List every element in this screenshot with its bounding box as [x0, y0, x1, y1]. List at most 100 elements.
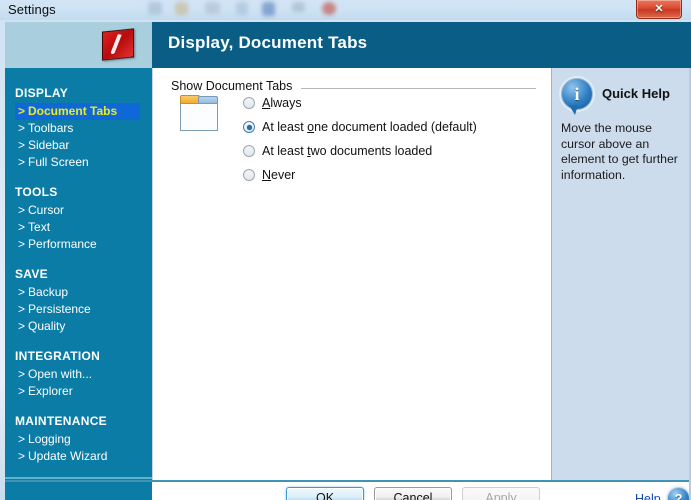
sidebar-item-persistence[interactable]: >Persistence [15, 301, 152, 318]
chevron-right-icon: > [18, 220, 25, 234]
chevron-right-icon: > [18, 367, 25, 381]
chevron-right-icon: > [18, 285, 25, 299]
sidebar-item-explorer[interactable]: >Explorer [15, 383, 152, 400]
sidebar-item-label: Text [28, 220, 50, 234]
dialog-footer: OK Cancel Apply Help [152, 482, 691, 500]
chevron-right-icon: > [18, 155, 25, 169]
sidebar-group: SAVE>Backup>Persistence>Quality [15, 266, 152, 335]
blurred-desktop-icon [262, 2, 275, 16]
radio-button[interactable] [243, 97, 255, 109]
radio-option-label: Always [262, 96, 302, 110]
blurred-desktop-icon [148, 2, 162, 15]
blurred-desktop-icon [236, 2, 248, 15]
group-label: Show Document Tabs [171, 79, 292, 93]
dialog-header-band: Display, Document Tabs [5, 22, 691, 68]
sidebar-group-header: SAVE [15, 266, 152, 282]
quick-help-text: Move the mouse cursor above an element t… [561, 121, 689, 183]
chevron-right-icon: > [18, 203, 25, 217]
sidebar-item-label: Open with... [28, 367, 92, 381]
radio-option-at-least-one-document-loaded-default[interactable]: At least one document loaded (default) [243, 118, 477, 136]
sidebar-group: INTEGRATION>Open with...>Explorer [15, 348, 152, 400]
sidebar-item-label: Cursor [28, 203, 64, 217]
radio-button[interactable] [243, 121, 255, 133]
page-title: Display, Document Tabs [168, 33, 367, 53]
sidebar-item-label: Persistence [28, 302, 91, 316]
close-icon[interactable]: ✕ [636, 0, 682, 19]
main-content-panel: Show Document Tabs Always At least one do… [152, 68, 551, 480]
radio-option-always[interactable]: Always [243, 94, 302, 112]
sidebar-item-full-screen[interactable]: >Full Screen [15, 154, 152, 171]
blurred-desktop-icon [175, 2, 188, 15]
sidebar-item-document-tabs[interactable]: >Document Tabs [15, 103, 140, 120]
sidebar-group-header: TOOLS [15, 184, 152, 200]
question-mark-icon[interactable] [667, 487, 690, 500]
sidebar-item-logging[interactable]: >Logging [15, 431, 152, 448]
chevron-right-icon: > [18, 302, 25, 316]
quick-help-panel: Quick Help Move the mouse cursor above a… [551, 68, 691, 480]
sidebar-group: MAINTENANCE>Logging>Update Wizard [15, 413, 152, 465]
radio-button[interactable] [243, 145, 255, 157]
blurred-desktop-icon [322, 2, 336, 15]
footer-sidebar-filler [5, 482, 152, 500]
blurred-desktop-icon [205, 2, 220, 14]
group-separator-rule [301, 88, 536, 89]
chevron-right-icon: > [18, 449, 25, 463]
sidebar-item-label: Logging [28, 432, 71, 446]
sidebar-item-sidebar[interactable]: >Sidebar [15, 137, 152, 154]
sidebar-item-cursor[interactable]: >Cursor [15, 202, 152, 219]
radio-option-at-least-two-documents-loaded[interactable]: At least two documents loaded [243, 142, 432, 160]
sidebar-group-header: MAINTENANCE [15, 413, 152, 429]
sidebar-item-label: Toolbars [28, 121, 73, 135]
sidebar-item-performance[interactable]: >Performance [15, 236, 152, 253]
sidebar-groups: DISPLAY>Document Tabs>Toolbars>Sidebar>F… [5, 68, 152, 465]
apply-button: Apply [462, 487, 540, 500]
help-link[interactable]: Help [635, 492, 661, 500]
document-tabs-icon-body [180, 103, 218, 131]
chevron-right-icon: > [18, 319, 25, 333]
sidebar-navigation: DISPLAY>Document Tabs>Toolbars>Sidebar>F… [5, 68, 152, 500]
cancel-button[interactable]: Cancel [374, 487, 452, 500]
sidebar-item-label: Backup [28, 285, 68, 299]
radio-option-never[interactable]: Never [243, 166, 295, 184]
sidebar-item-label: Update Wizard [28, 449, 107, 463]
radio-option-label: Never [262, 168, 295, 182]
chevron-right-icon: > [18, 138, 25, 152]
sidebar-item-quality[interactable]: >Quality [15, 318, 152, 335]
settings-dialog: Display, Document Tabs DISPLAY>Document … [5, 22, 691, 500]
sidebar-group: DISPLAY>Document Tabs>Toolbars>Sidebar>F… [15, 85, 152, 171]
quick-help-title: Quick Help [602, 86, 670, 101]
info-icon [561, 78, 593, 110]
radio-option-label: At least one document loaded (default) [262, 120, 477, 134]
sidebar-group-header: DISPLAY [15, 85, 152, 101]
sidebar-separator [5, 477, 152, 479]
chevron-right-icon: > [18, 384, 25, 398]
sidebar-item-update-wizard[interactable]: >Update Wizard [15, 448, 152, 465]
sidebar-item-backup[interactable]: >Backup [15, 284, 152, 301]
logo-area [5, 22, 152, 68]
blurred-desktop-icon [292, 2, 305, 12]
window-title-bar: Settings ✕ [0, 0, 691, 20]
close-icon-glyph: ✕ [654, 4, 663, 15]
document-tabs-icon [178, 95, 220, 133]
sidebar-group: TOOLS>Cursor>Text>Performance [15, 184, 152, 253]
window-title: Settings [8, 2, 56, 17]
app-logo-icon [102, 28, 134, 60]
chevron-right-icon: > [18, 237, 25, 251]
sidebar-item-label: Sidebar [28, 138, 69, 152]
chevron-right-icon: > [18, 104, 25, 118]
sidebar-item-open-with[interactable]: >Open with... [15, 366, 152, 383]
sidebar-item-toolbars[interactable]: >Toolbars [15, 120, 152, 137]
sidebar-group-header: INTEGRATION [15, 348, 152, 364]
sidebar-item-label: Document Tabs [28, 104, 117, 118]
sidebar-item-label: Performance [28, 237, 97, 251]
info-icon-tail [569, 105, 578, 115]
sidebar-item-label: Explorer [28, 384, 73, 398]
sidebar-item-label: Full Screen [28, 155, 89, 169]
chevron-right-icon: > [18, 432, 25, 446]
radio-button[interactable] [243, 169, 255, 181]
sidebar-item-label: Quality [28, 319, 65, 333]
chevron-right-icon: > [18, 121, 25, 135]
sidebar-item-text[interactable]: >Text [15, 219, 152, 236]
radio-option-label: At least two documents loaded [262, 144, 432, 158]
ok-button[interactable]: OK [286, 487, 364, 500]
